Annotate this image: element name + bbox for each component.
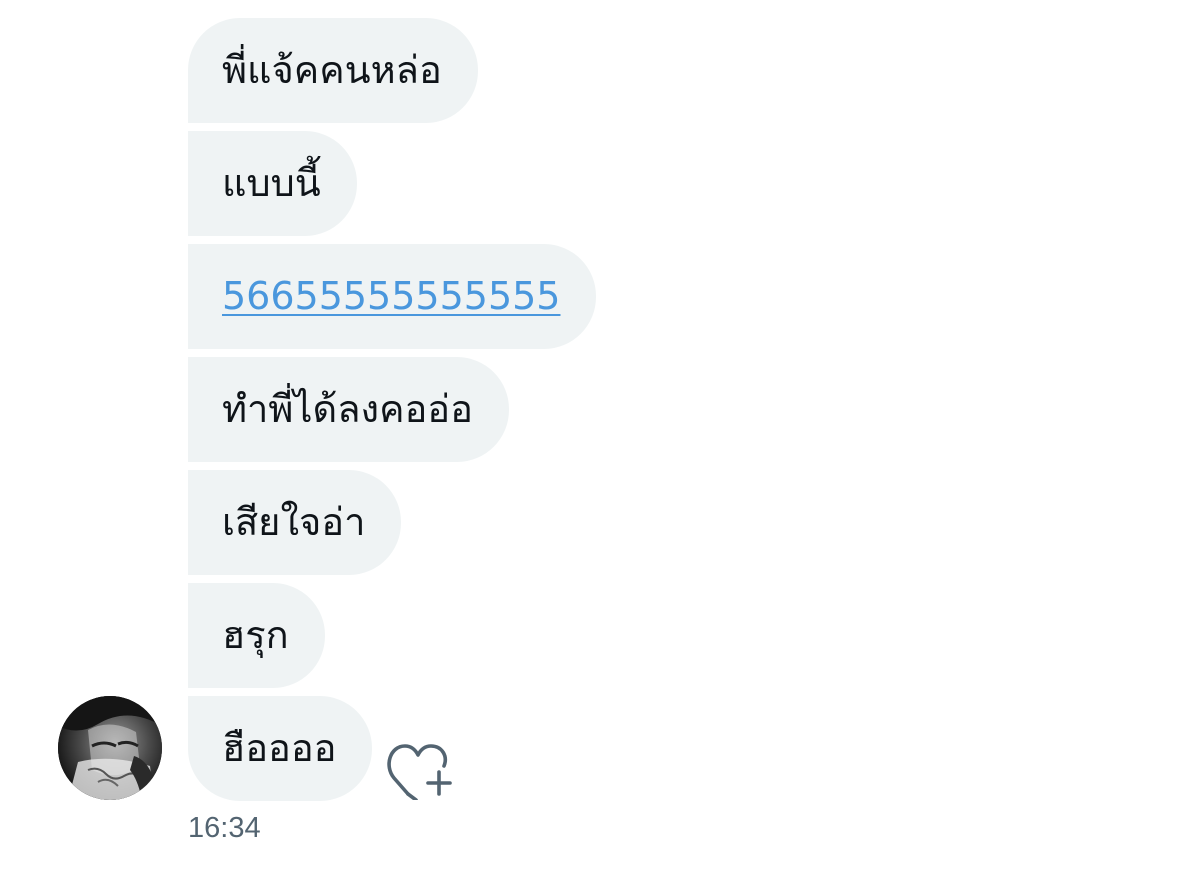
message-bubble[interactable]: แบบนี้ [188,131,357,236]
heart-plus-icon [387,744,452,802]
message-bubble[interactable]: ทำพี่ได้ลงคออ่อ [188,357,509,462]
message-text: ฮืออออ [222,726,337,770]
message-link[interactable]: 56655555555555 [222,274,560,318]
message-text: ทำพี่ได้ลงคออ่อ [222,387,473,431]
add-reaction-button[interactable] [386,734,458,802]
message-bubble[interactable]: 56655555555555 [188,244,597,349]
message-bubble[interactable]: ฮรุก [188,583,325,688]
message-bubble[interactable]: ฮืออออ [188,696,373,801]
message-text: แบบนี้ [222,161,321,205]
message-bubble[interactable]: พี่แจ้คคนหล่อ [188,18,478,123]
message-bubble[interactable]: เสียใจอ่า [188,470,402,575]
message-text: เสียใจอ่า [222,500,366,544]
sender-avatar[interactable] [58,696,162,800]
message-text: ฮรุก [222,613,289,657]
avatar-photo-icon [58,696,162,800]
message-text: พี่แจ้คคนหล่อ [222,48,442,92]
message-timestamp: 16:34 [188,812,261,844]
message-thread: พี่แจ้คคนหล่อ แบบนี้ 56655555555555 ทำพี… [0,0,1200,890]
